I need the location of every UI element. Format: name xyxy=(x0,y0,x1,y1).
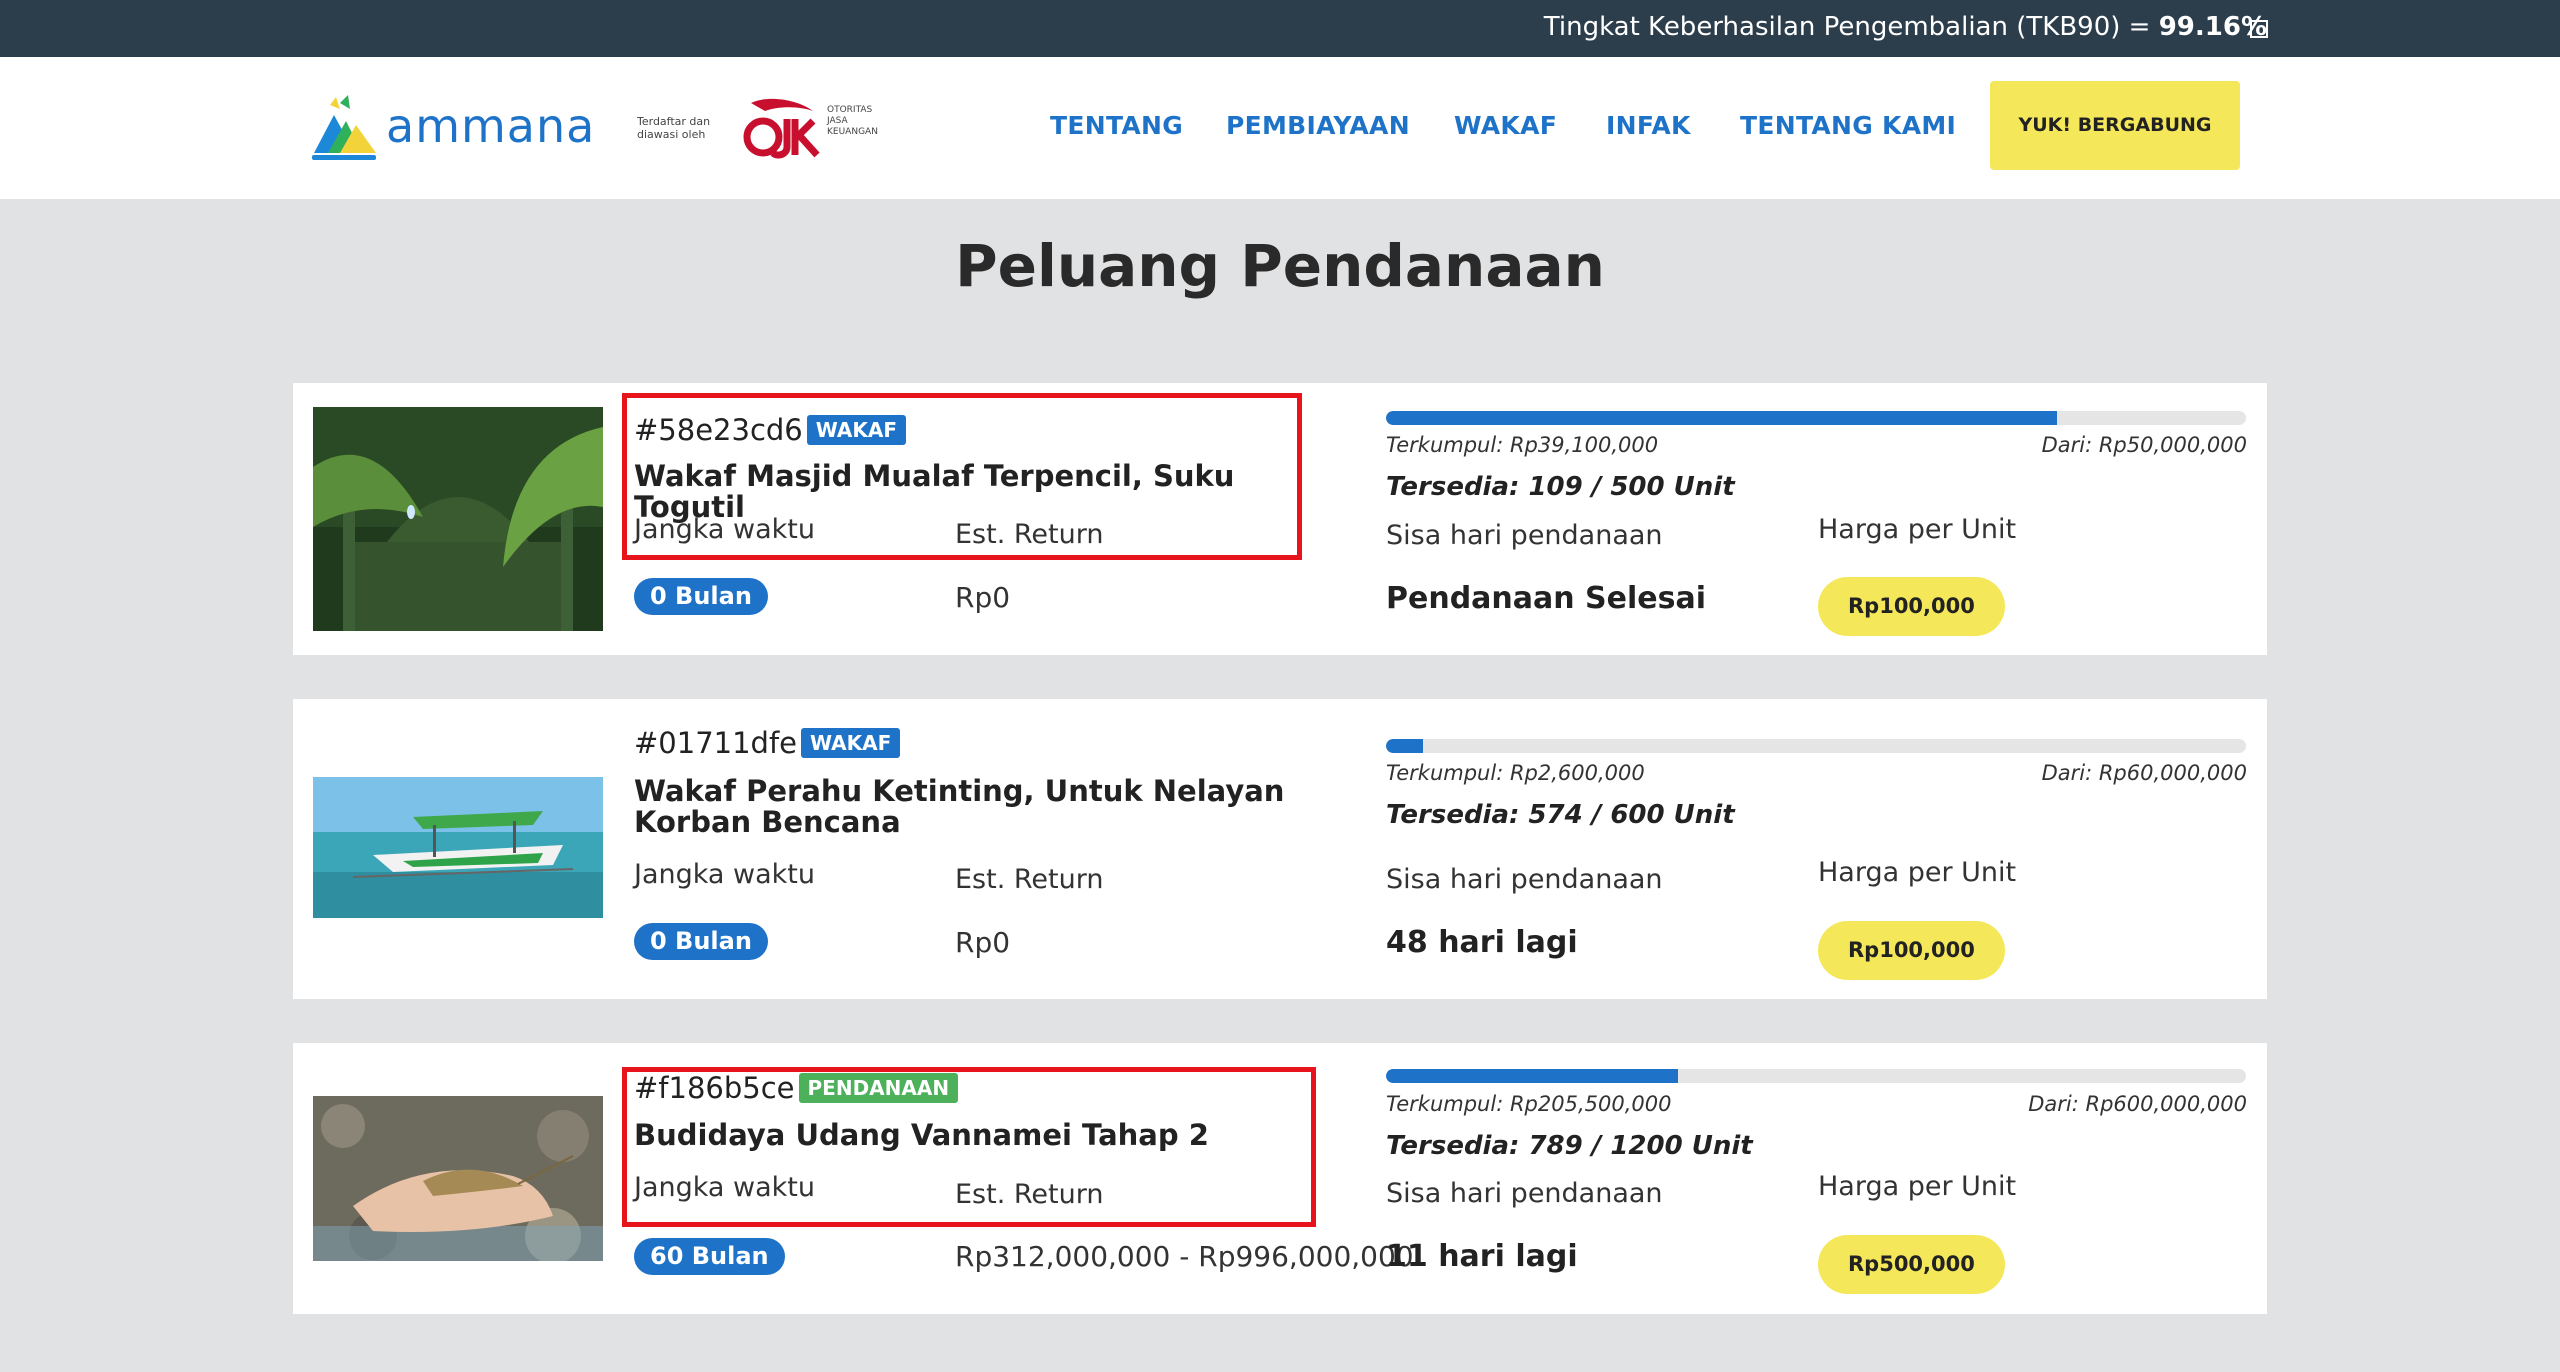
tkb-label: Tingkat Keberhasilan Pengembalian (TKB90… xyxy=(1543,12,2159,42)
highlight-box xyxy=(622,1067,1316,1227)
nav-tentang-kami[interactable]: TENTANG KAMI xyxy=(1740,111,1956,140)
duration-label: Jangka waktu xyxy=(634,859,816,890)
target-amount: Dari: Rp60,000,000 xyxy=(2041,761,2247,785)
join-button[interactable]: YUK! BERGABUNG xyxy=(1990,81,2240,170)
ammana-logo-icon xyxy=(312,95,376,160)
units-available: Tersedia: 789 / 1200 Unit xyxy=(1386,1131,1753,1161)
nav-pembiayaan[interactable]: PEMBIAYAAN xyxy=(1226,111,1410,140)
duration-pill: 60 Bulan xyxy=(634,1238,785,1275)
duration-pill: 0 Bulan xyxy=(634,923,768,960)
page-title: Peluang Pendanaan xyxy=(955,232,1605,300)
unit-price-label: Harga per Unit xyxy=(1818,857,2017,888)
ojk-mark-icon xyxy=(743,98,820,159)
collected-amount: Terkumpul: Rp205,500,000 xyxy=(1386,1092,1672,1116)
tkb-toggle-icon[interactable] xyxy=(2250,20,2268,38)
logo-text: ammana xyxy=(386,99,596,153)
target-amount: Dari: Rp600,000,000 xyxy=(2028,1092,2247,1116)
top-bar: Tingkat Keberhasilan Pengembalian (TKB90… xyxy=(0,0,2560,57)
funding-progress-bar xyxy=(1386,739,2246,753)
est-return-label: Est. Return xyxy=(955,864,1104,895)
project-image-boat[interactable] xyxy=(313,777,603,918)
funding-status: 48 hari lagi xyxy=(1386,925,1578,960)
target-amount: Dari: Rp50,000,000 xyxy=(2041,433,2247,457)
remaining-days-label: Sisa hari pendanaan xyxy=(1386,864,1663,895)
funding-progress-bar xyxy=(1386,411,2246,425)
remaining-days-label: Sisa hari pendanaan xyxy=(1386,1178,1663,1209)
unit-price-button[interactable]: Rp500,000 xyxy=(1818,1235,2005,1294)
ammana-logo[interactable]: ammana xyxy=(310,95,600,161)
tkb-text: Tingkat Keberhasilan Pengembalian (TKB90… xyxy=(1544,12,2267,42)
project-image-shrimp[interactable] xyxy=(313,1096,603,1261)
unit-price-button[interactable]: Rp100,000 xyxy=(1818,921,2005,980)
unit-price-button[interactable]: Rp100,000 xyxy=(1818,577,2005,636)
remaining-days-label: Sisa hari pendanaan xyxy=(1386,520,1663,551)
est-return-value: Rp0 xyxy=(955,926,1011,959)
funding-status: Pendanaan Selesai xyxy=(1386,581,1707,616)
ojk-full-name: OTORITAS JASA KEUANGAN xyxy=(827,105,878,137)
project-code-text: #01711dfe xyxy=(634,726,798,760)
project-code: #01711dfe WAKAF xyxy=(634,726,901,760)
units-available: Tersedia: 109 / 500 Unit xyxy=(1386,472,1735,502)
nav-infak[interactable]: INFAK xyxy=(1606,111,1691,140)
wakaf-badge: WAKAF xyxy=(801,728,901,758)
ojk-registered-text: Terdaftar dan diawasi oleh xyxy=(637,115,711,141)
unit-price-label: Harga per Unit xyxy=(1818,1171,2017,1202)
funding-progress-fill xyxy=(1386,411,2057,425)
project-card[interactable]: #01711dfe WAKAF Wakaf Perahu Ketinting, U… xyxy=(293,699,2267,999)
highlight-box xyxy=(622,393,1302,560)
unit-price-label: Harga per Unit xyxy=(1818,514,2017,545)
collected-amount: Terkumpul: Rp39,100,000 xyxy=(1386,433,1659,457)
nav-wakaf[interactable]: WAKAF xyxy=(1454,111,1557,140)
units-available: Tersedia: 574 / 600 Unit xyxy=(1386,800,1735,830)
ojk-logo: Terdaftar dan diawasi oleh OTORITAS JASA… xyxy=(637,97,892,159)
site-header: ammana Terdaftar dan diawasi oleh OTORIT… xyxy=(0,57,2560,199)
est-return-value: Rp312,000,000 - Rp996,000,000 xyxy=(955,1240,1414,1273)
est-return-value: Rp0 xyxy=(955,581,1011,614)
project-title[interactable]: Wakaf Perahu Ketinting, Untuk Nelayan Ko… xyxy=(634,776,1354,838)
funding-progress-bar xyxy=(1386,1069,2246,1083)
collected-amount: Terkumpul: Rp2,600,000 xyxy=(1386,761,1645,785)
nav-tentang[interactable]: TENTANG xyxy=(1050,111,1183,140)
funding-progress-fill xyxy=(1386,1069,1679,1083)
funding-progress-fill xyxy=(1386,739,1423,753)
duration-pill: 0 Bulan xyxy=(634,578,768,615)
funding-status: 11 hari lagi xyxy=(1386,1239,1578,1274)
project-image-mosque[interactable] xyxy=(313,407,603,631)
